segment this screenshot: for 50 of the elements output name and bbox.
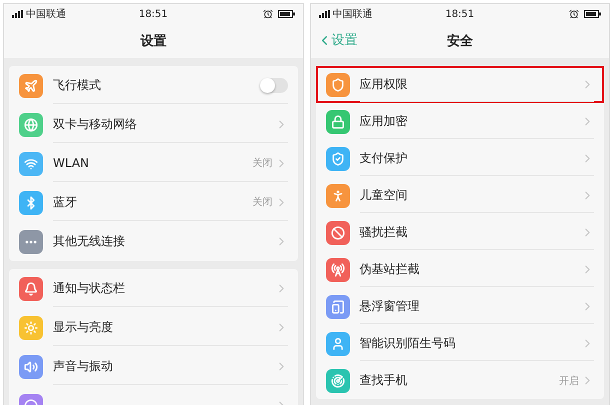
row-label: 飞行模式 [53, 76, 102, 94]
settings-row[interactable]: 应用加密 [316, 103, 604, 140]
row-value: 开启 [559, 374, 579, 388]
clock-time: 18:51 [138, 8, 168, 20]
settings-row[interactable]: 查找手机 开启 [316, 362, 604, 399]
clock-time: 18:51 [445, 8, 474, 20]
row-label: 声音与振动 [53, 358, 114, 374]
row-label: 悬浮窗管理 [360, 298, 420, 314]
settings-row[interactable]: 骚扰拦截 [316, 214, 604, 251]
row-label: 伪基站拦截 [360, 260, 420, 278]
row-value: 关闭 [252, 156, 272, 170]
row-label: WLAN [53, 156, 90, 170]
settings-row[interactable]: 显示与亮度 [9, 308, 298, 347]
battery-icon [584, 10, 601, 18]
row-label: 应用权限 [360, 76, 408, 92]
alarm-icon [569, 9, 579, 19]
settings-row[interactable]: 应用权限 [316, 66, 604, 103]
row-label: 应用加密 [360, 112, 408, 130]
row-label: 查找手机 [360, 372, 408, 389]
carrier-name: 中国联通 [26, 8, 66, 21]
settings-row[interactable]: 智能识别陌生号码 [316, 325, 604, 362]
row-label: 通知与状态栏 [53, 280, 126, 296]
settings-row[interactable]: 飞行模式 [9, 66, 298, 105]
settings-row[interactable]: 支付保护 [316, 140, 604, 177]
row-label: 双卡与移动网络 [53, 116, 138, 132]
battery-icon [278, 10, 294, 18]
alarm-icon [262, 9, 272, 19]
row-label: 蓝牙 [53, 194, 78, 210]
settings-row[interactable]: 蓝牙 关闭 [9, 183, 298, 222]
row-label: 支付保护 [360, 150, 408, 166]
row-label: 显示与亮度 [53, 318, 114, 336]
signal-icon [318, 10, 330, 18]
settings-row[interactable]: 声音与振动 [9, 347, 298, 386]
settings-row[interactable]: WLAN 关闭 [9, 144, 298, 183]
settings-row[interactable]: 双卡与移动网络 [9, 105, 298, 144]
toggle-switch[interactable] [260, 78, 288, 92]
row-label: 儿童空间 [360, 186, 408, 204]
settings-row[interactable]: 其他无线连接 [9, 222, 298, 261]
settings-row[interactable]: 儿童空间 [316, 177, 604, 214]
signal-icon [12, 10, 24, 18]
row-label: 其他无线连接 [53, 233, 126, 250]
carrier-name: 中国联通 [332, 8, 372, 21]
settings-row[interactable]: 通知与状态栏 [9, 269, 298, 308]
settings-row[interactable]: 伪基站拦截 [316, 251, 604, 288]
row-value: 关闭 [252, 196, 272, 209]
settings-row[interactable]: 悬浮窗管理 [316, 288, 604, 325]
page-title: 设置 [140, 33, 166, 50]
row-label: 骚扰拦截 [360, 224, 408, 240]
row-label: 智能识别陌生号码 [360, 334, 456, 352]
page-title: 安全 [446, 32, 473, 50]
